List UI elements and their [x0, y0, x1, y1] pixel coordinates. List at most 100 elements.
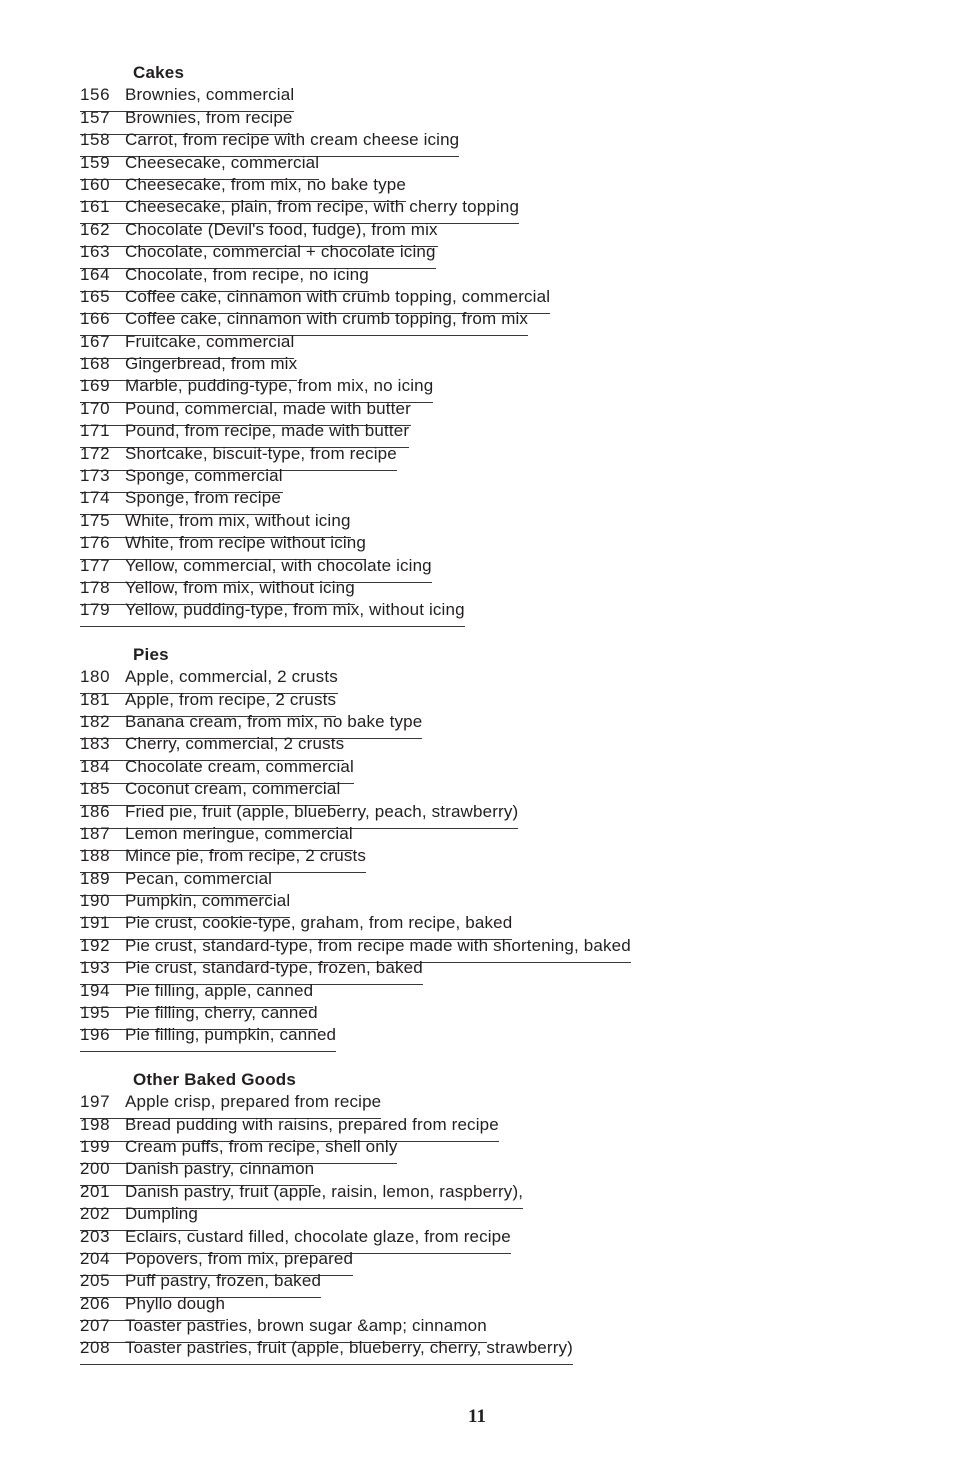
index-section: Other Baked Goods 197 Apple crisp, prepare… [0, 1069, 954, 1366]
entry-label: Marble, pudding-type, from mix, no icing [125, 376, 434, 396]
entry-underline-wrap: 208 Toaster pastries, fruit (apple, blueb… [80, 1337, 573, 1366]
section-heading: Cakes [133, 63, 185, 82]
entry-number: 171 [80, 421, 111, 441]
entry-label: Brownies, from recipe [125, 107, 293, 127]
entry-number: 161 [80, 197, 111, 217]
entry-number: 208 [80, 1338, 111, 1358]
index-entry: 207 Toaster pastries, brown sugar &amp; c… [0, 1315, 954, 1344]
entry-label: Chocolate (Devil's food, fudge), from mi… [125, 219, 438, 239]
index-entry: 165 Coffee cake, cinnamon with crumb topp… [0, 286, 954, 314]
entry-number: 170 [80, 398, 111, 418]
entry-number: 189 [80, 868, 111, 888]
entry-label: Toaster pastries, brown sugar &amp; cinn… [125, 1316, 487, 1336]
index-entry: 158 Carrot, from recipe with cream cheese… [0, 129, 954, 158]
entry-number: 200 [80, 1159, 111, 1179]
entry-number: 190 [80, 891, 111, 911]
entry-label: Pecan, commercial [125, 868, 273, 888]
index-entry: 198 Bread pudding with raisins, prepared … [0, 1114, 954, 1142]
entry-number: 188 [80, 846, 111, 866]
entry-number: 202 [80, 1204, 111, 1224]
index-entry: 189 Pecan, commercial [0, 868, 954, 896]
entry-number: 177 [80, 555, 111, 575]
index-entry: 197 Apple crisp, prepared from recipe [0, 1091, 954, 1120]
index-entry: 190 Pumpkin, commercial [0, 890, 954, 919]
entry-label: Apple crisp, prepared from recipe [125, 1092, 382, 1112]
entry-number: 167 [80, 331, 111, 351]
entry-underline-wrap: 179 Yellow, pudding-type, from mix, witho… [80, 599, 465, 628]
entry-label: Pound, from recipe, made with butter [125, 421, 410, 441]
entry-number: 207 [80, 1316, 111, 1336]
index-entry: 171 Pound, from recipe, made with butter [0, 420, 954, 449]
entry-label: Dumpling [125, 1204, 199, 1224]
entry-label: Cheesecake, plain, from recipe, with che… [125, 197, 520, 217]
entry-number: 174 [80, 488, 111, 508]
entry-number: 178 [80, 577, 111, 597]
index-entry: 206 Phyllo dough [0, 1293, 954, 1321]
entry-label: Cream puffs, from recipe, shell only [125, 1136, 398, 1156]
index-entry: 195 Pie filling, cherry, canned [0, 1002, 954, 1031]
entry-number: 158 [80, 130, 111, 150]
index-entry: 156 Brownies, commercial [0, 84, 954, 113]
index-entry: 201 Danish pastry, fruit (apple, raisin, … [0, 1181, 954, 1209]
section-heading: Pies [133, 644, 169, 664]
entry-number: 203 [80, 1226, 111, 1246]
entry-number: 172 [80, 443, 111, 463]
entry-label: Popovers, from mix, prepared [125, 1248, 354, 1268]
entry-number: 204 [80, 1248, 111, 1268]
index-entry: 175 White, from mix, without icing [0, 510, 954, 538]
entry-number: 156 [80, 85, 111, 105]
entry-number: 169 [80, 376, 111, 396]
index-entry: 205 Puff pastry, frozen, baked [0, 1270, 954, 1299]
index-entry: 183 Cherry, commercial, 2 crusts [0, 733, 954, 762]
entry-label: Pie filling, cherry, canned [125, 1003, 318, 1023]
entry-label: Pound, commercial, made with butter [125, 398, 411, 418]
entry-number: 176 [80, 533, 111, 553]
index-entry: 184 Chocolate cream, commercial [0, 756, 954, 784]
entry-number: 198 [80, 1114, 111, 1134]
entry-label: Cheesecake, commercial [125, 152, 320, 172]
entry-label: Cheesecake, from mix, no bake type [125, 174, 407, 194]
entry-number: 199 [80, 1136, 111, 1156]
index-entry: 163 Chocolate, commercial + chocolate ici… [0, 241, 954, 270]
entry-label: White, from recipe without icing [125, 533, 366, 553]
entry-label: Puff pastry, frozen, baked [125, 1271, 322, 1291]
entry-label: Pumpkin, commercial [125, 891, 291, 911]
index-entry: 179 Yellow, pudding-type, from mix, witho… [0, 599, 954, 628]
entry-label: Coffee cake, cinnamon with crumb topping… [125, 286, 551, 306]
entry-label: Pie filling, apple, canned [125, 980, 314, 1000]
entry-label: Yellow, pudding-type, from mix, without … [125, 600, 465, 620]
index-entry: 161 Cheesecake, plain, from recipe, with … [0, 196, 954, 225]
section-heading: Other Baked Goods [133, 1069, 297, 1089]
entry-label: Apple, from recipe, 2 crusts [125, 689, 337, 709]
entry-number: 193 [80, 958, 111, 978]
entry-label: Brownies, commercial [125, 85, 295, 105]
entry-label: Carrot, from recipe with cream cheese ic… [125, 130, 460, 150]
entry-label: Sponge, from recipe [125, 488, 281, 508]
entry-label: Yellow, commercial, with chocolate icing [125, 555, 432, 575]
index-entry: 194 Pie filling, apple, canned [0, 980, 954, 1008]
index-entry: 181 Apple, from recipe, 2 crusts [0, 689, 954, 717]
index-section: Pies 180 Apple, commercial, 2 crusts 181 App… [0, 644, 954, 1053]
index-entry: 157 Brownies, from recipe [0, 107, 954, 135]
entry-label: Bread pudding with raisins, prepared fro… [125, 1114, 499, 1134]
entry-number: 194 [80, 980, 111, 1000]
document-page: Cakes 156 Brownies, commercial 157 Brownies,… [0, 0, 954, 1475]
entry-number: 157 [80, 107, 111, 127]
entry-number: 162 [80, 219, 111, 239]
entry-number: 201 [80, 1181, 111, 1201]
entry-number: 175 [80, 510, 111, 530]
entry-label: Chocolate cream, commercial [125, 756, 354, 776]
entry-label: Chocolate, commercial + chocolate icing [125, 242, 436, 262]
index-content: Cakes 156 Brownies, commercial 157 Brownies,… [0, 62, 954, 1366]
index-entry: 169 Marble, pudding-type, from mix, no ic… [0, 375, 954, 404]
index-entry: 192 Pie crust, standard-type, from recipe… [0, 935, 954, 963]
entry-label: Mince pie, from recipe, 2 crusts [125, 846, 366, 866]
entry-number: 179 [80, 600, 111, 620]
entry-number: 185 [80, 779, 111, 799]
entry-number: 187 [80, 823, 111, 843]
entry-label: Coconut cream, commercial [125, 779, 341, 799]
index-entry: 176 White, from recipe without icing [0, 532, 954, 561]
index-entry: 200 Danish pastry, cinnamon [0, 1158, 954, 1187]
index-entry: 180 Apple, commercial, 2 crusts [0, 666, 954, 695]
entry-label: Pie crust, standard-type, frozen, baked [125, 958, 423, 978]
